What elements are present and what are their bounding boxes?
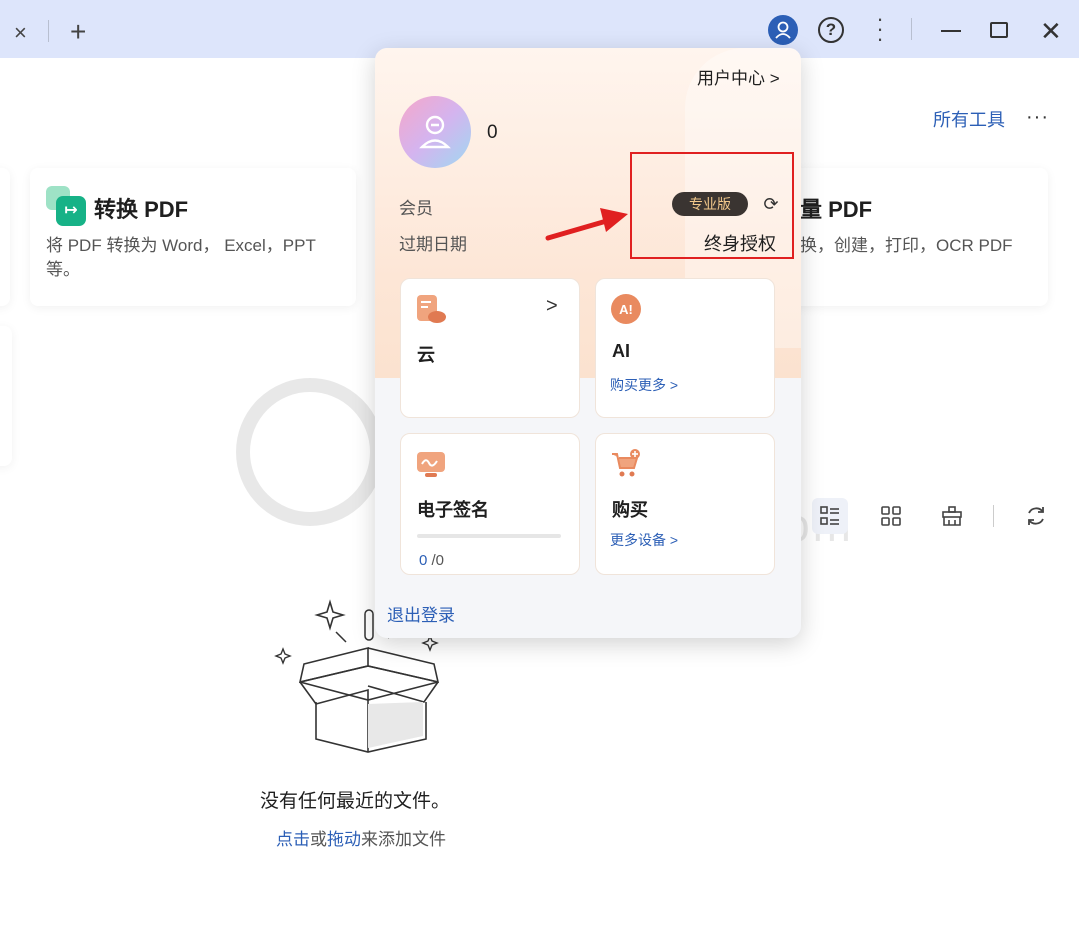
convert-pdf-card[interactable]: ↦ 转换 PDF 将 PDF 转换为 Word， Excel，PPT 等。 [30, 168, 356, 306]
account-popup: 用户中心 > 0 会员 专业版 ⟳ 过期日期 终身授权 > 云 A! AI 购买… [375, 48, 801, 638]
view-controls-divider [993, 505, 994, 527]
close-window-button[interactable]: ✕ [1040, 18, 1062, 44]
buy-title: 购买 [612, 500, 648, 520]
ai-tile[interactable]: A! AI 购买更多 > [595, 278, 775, 418]
tool-card-partial[interactable] [0, 326, 12, 466]
ai-title: AI [612, 341, 630, 361]
user-icon [775, 21, 791, 39]
card-description: 换，创建，打印，OCR PDF [800, 236, 1013, 255]
maximize-button[interactable] [990, 22, 1008, 38]
tab-divider [48, 20, 49, 42]
more-options-icon[interactable]: · · · [870, 8, 890, 50]
annotation-highlight-box [630, 152, 794, 259]
cloud-title: 云 [417, 345, 435, 365]
svg-text:A!: A! [619, 302, 633, 317]
tool-card-partial[interactable] [0, 168, 10, 306]
user-avatar[interactable] [399, 96, 471, 168]
broom-icon [942, 506, 962, 526]
esign-used: 0 [419, 552, 428, 569]
new-tab-button[interactable]: + [70, 18, 86, 46]
cloud-doc-icon [417, 295, 446, 323]
close-tab-icon[interactable]: × [14, 22, 27, 44]
esign-icon [417, 452, 445, 477]
all-tools-link[interactable]: 所有工具 [933, 106, 1005, 132]
buy-tile[interactable]: 购买 更多设备 > [595, 433, 775, 575]
hint-or: 或 [310, 830, 327, 849]
user-name: 0 [487, 122, 498, 143]
shopping-cart-icon [612, 449, 640, 477]
card-description: 将 PDF 转换为 Word， Excel，PPT 等。 [46, 236, 316, 279]
click-to-open-link[interactable]: 点击 [276, 830, 310, 849]
expire-label: 过期日期 [399, 235, 467, 254]
card-title: 转换 PDF [94, 197, 189, 222]
esign-title: 电子签名 [417, 500, 489, 520]
batch-pdf-card[interactable]: 量 PDF 换，创建，打印，OCR PDF [790, 168, 1048, 306]
user-icon [419, 115, 451, 149]
more-devices-link[interactable]: 更多设备 > [610, 530, 678, 550]
convert-pdf-icon: ↦ [46, 186, 86, 226]
hint-rest: 来添加文件 [361, 830, 446, 849]
grid-view-button[interactable] [875, 498, 907, 534]
refresh-button[interactable] [1020, 498, 1052, 534]
clear-recent-button[interactable] [936, 498, 968, 534]
cloud-tile[interactable]: > 云 [400, 278, 580, 418]
list-view-button[interactable] [812, 498, 848, 534]
ai-icon: A! [611, 294, 641, 324]
annotation-arrow-icon [545, 208, 628, 241]
card-title: 量 PDF [800, 197, 873, 222]
esign-total: /0 [431, 552, 445, 569]
esign-tile[interactable]: 电子签名 0 /0 [400, 433, 580, 575]
esign-count: 0 /0 [419, 552, 444, 569]
refresh-icon [1028, 507, 1044, 525]
logout-link[interactable]: 退出登录 [387, 601, 455, 626]
user-center-link[interactable]: 用户中心 > [697, 64, 780, 89]
grid-view-icon [881, 506, 901, 526]
account-avatar-button[interactable] [768, 15, 798, 45]
empty-state-hint: 点击或拖动来添加文件 [276, 825, 446, 850]
more-tools-icon[interactable]: ··· [1026, 106, 1049, 129]
drag-to-add-link[interactable]: 拖动 [327, 830, 361, 849]
buy-more-link[interactable]: 购买更多 > [610, 375, 678, 395]
help-button[interactable]: ? [818, 17, 844, 43]
watermark-logo [236, 378, 384, 526]
member-label: 会员 [399, 199, 433, 218]
minimize-button[interactable] [941, 30, 961, 32]
window-controls-divider [911, 18, 912, 40]
empty-state-text: 没有任何最近的文件。 [260, 791, 451, 812]
list-view-icon [820, 506, 839, 525]
esign-progress-bar [417, 534, 561, 538]
chevron-right-icon[interactable]: > [546, 295, 558, 318]
